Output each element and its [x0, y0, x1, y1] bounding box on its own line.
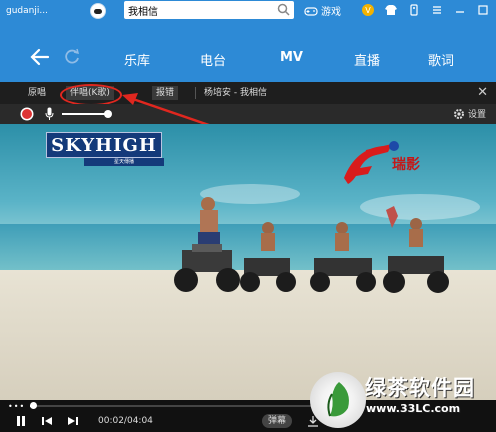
- back-arrow-icon[interactable]: [30, 48, 50, 66]
- atv-rider: [174, 197, 240, 292]
- search-box[interactable]: [124, 1, 294, 19]
- next-icon[interactable]: [66, 415, 80, 427]
- video-frame[interactable]: SKYHIGH 星天傳播 瑞影: [0, 124, 496, 400]
- game-label: 游戏: [321, 7, 341, 18]
- refresh-icon[interactable]: [63, 48, 81, 66]
- close-icon[interactable]: ✕: [477, 85, 488, 100]
- skyhigh-logo-sub: 星天傳播: [84, 158, 164, 166]
- ruiying-brand-text: 瑞影: [392, 157, 420, 173]
- gear-icon: [453, 108, 464, 119]
- username[interactable]: gudanji...: [6, 6, 86, 16]
- remote-icon[interactable]: [407, 3, 421, 17]
- minimize-icon[interactable]: [453, 3, 467, 17]
- watermark-name: 绿茶软件园: [365, 376, 475, 400]
- atv-rider: [240, 222, 296, 292]
- mic-volume-slider[interactable]: [62, 113, 110, 115]
- playback-time: 00:02/04:04: [98, 416, 153, 426]
- skyhigh-logo: SKYHIGH: [46, 132, 162, 158]
- divider: [195, 87, 196, 99]
- maximize-icon[interactable]: [476, 3, 490, 17]
- avatar[interactable]: [90, 3, 106, 19]
- pause-icon[interactable]: [14, 415, 28, 427]
- tab-library[interactable]: 乐库: [124, 50, 150, 69]
- microphone-icon[interactable]: [45, 107, 54, 121]
- watermark-url: www.33LC.com: [366, 402, 461, 415]
- vip-icon[interactable]: V: [361, 3, 375, 17]
- skin-icon[interactable]: [384, 3, 398, 17]
- tab-live[interactable]: 直播: [354, 50, 380, 69]
- record-bar: 设置: [0, 104, 496, 124]
- previous-icon[interactable]: [40, 415, 54, 427]
- svg-text:V: V: [365, 6, 371, 15]
- leaf-logo-icon: [327, 382, 349, 417]
- game-link[interactable]: 游戏: [304, 3, 341, 18]
- now-playing-title: 杨培安 - 我相信: [204, 88, 267, 98]
- top-bar: gudanji... 游戏 V: [0, 0, 496, 22]
- atv-rider: [310, 222, 376, 292]
- tab-mv[interactable]: MV: [280, 50, 303, 65]
- search-icon[interactable]: [277, 3, 290, 16]
- menu-icon[interactable]: [430, 3, 444, 17]
- progress-track[interactable]: [30, 405, 320, 407]
- annotation-ellipse: [60, 84, 122, 106]
- danmu-toggle[interactable]: 弹幕: [262, 414, 293, 428]
- progress-knob[interactable]: [30, 402, 37, 409]
- mic-volume-knob[interactable]: [104, 110, 112, 118]
- settings-button[interactable]: 设置: [453, 107, 486, 120]
- main-nav: 乐库 电台 MV 直播 歌词: [0, 22, 496, 82]
- search-input[interactable]: [128, 4, 268, 16]
- tab-lyrics[interactable]: 歌词: [428, 50, 454, 69]
- tab-radio[interactable]: 电台: [200, 50, 226, 69]
- gamepad-icon: [304, 6, 318, 16]
- atv-rider: [383, 206, 449, 293]
- report-error-button[interactable]: 报错: [152, 86, 179, 100]
- original-vocal-button[interactable]: 原唱: [24, 86, 50, 100]
- record-icon[interactable]: [22, 109, 32, 119]
- settings-label: 设置: [467, 110, 486, 120]
